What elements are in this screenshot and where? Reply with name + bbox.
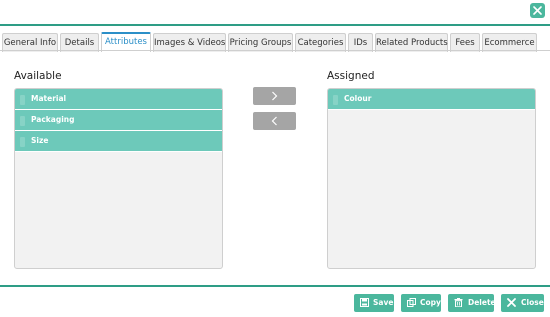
chevron-right-icon [272, 91, 278, 101]
drag-handle-icon[interactable] [20, 95, 25, 105]
unassign-button[interactable] [253, 112, 296, 130]
window-close-button[interactable] [530, 3, 545, 18]
delete-button[interactable]: Delete [448, 294, 496, 312]
save-label: Save [373, 298, 394, 307]
save-button[interactable]: Save [354, 294, 394, 312]
close-icon [507, 298, 516, 307]
list-item-label: Material [31, 94, 67, 103]
drag-handle-icon[interactable] [333, 95, 338, 105]
available-heading: Available [14, 70, 62, 82]
tab-attributes[interactable]: Attributes [101, 32, 151, 52]
assigned-heading: Assigned [327, 70, 375, 82]
tab-bar: General Info Details Attributes Images &… [0, 26, 550, 52]
footer-divider [0, 285, 550, 287]
list-item[interactable]: Packaging [15, 110, 222, 131]
list-item[interactable]: Size [15, 131, 222, 152]
trash-icon [454, 298, 463, 307]
assigned-list[interactable]: Colour [327, 88, 536, 269]
list-item[interactable]: Material [15, 89, 222, 110]
drag-handle-icon[interactable] [20, 137, 25, 147]
list-item-label: Size [31, 136, 49, 145]
close-label: Close [521, 298, 544, 307]
delete-label: Delete [468, 298, 496, 307]
list-item-label: Colour [344, 94, 372, 103]
close-icon [533, 6, 542, 15]
copy-button[interactable]: Copy [401, 294, 441, 312]
save-icon [360, 298, 369, 307]
assign-button[interactable] [253, 87, 296, 105]
drag-handle-icon[interactable] [20, 116, 25, 126]
top-bar [0, 0, 550, 24]
list-item[interactable]: Colour [328, 89, 535, 110]
available-list[interactable]: Material Packaging Size [14, 88, 223, 269]
tabs-divider [0, 50, 550, 51]
list-item-label: Packaging [31, 115, 75, 124]
chevron-left-icon [271, 116, 277, 126]
copy-icon [407, 298, 416, 307]
close-button[interactable]: Close [501, 294, 544, 312]
copy-label: Copy [420, 298, 441, 307]
